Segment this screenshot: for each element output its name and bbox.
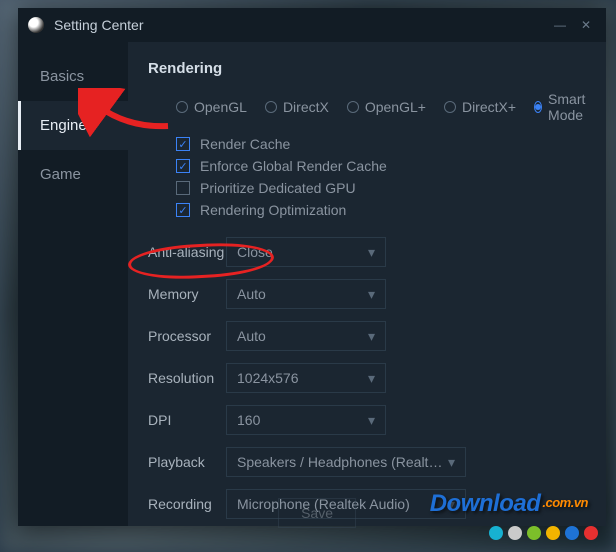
chevron-down-icon: ▾ xyxy=(448,454,455,471)
radio-directx-plus[interactable]: DirectX+ xyxy=(444,91,516,123)
check-render-opt[interactable]: ✓Rendering Optimization xyxy=(176,199,586,221)
row-anti-aliasing: Anti-aliasing Close▾ xyxy=(148,237,586,267)
color-dot xyxy=(546,526,560,540)
checkbox-icon: ✓ xyxy=(176,203,190,217)
window-title: Setting Center xyxy=(54,17,144,33)
label-playback: Playback xyxy=(148,454,226,470)
checkbox-icon xyxy=(176,181,190,195)
radio-smart-mode[interactable]: Smart Mode xyxy=(534,91,589,123)
label-processor: Processor xyxy=(148,328,226,344)
close-icon[interactable]: ✕ xyxy=(576,15,596,35)
row-processor: Processor Auto▾ xyxy=(148,321,586,351)
save-button[interactable]: Save xyxy=(278,498,356,528)
radio-directx[interactable]: DirectX xyxy=(265,91,329,123)
select-processor[interactable]: Auto▾ xyxy=(226,321,386,351)
label-memory: Memory xyxy=(148,286,226,302)
sidebar-item-engine[interactable]: Engine xyxy=(18,101,128,150)
settings-modal: Setting Center — ✕ Basics Engine Game Re… xyxy=(18,8,606,526)
color-dot xyxy=(489,526,503,540)
check-render-cache[interactable]: ✓Render Cache xyxy=(176,133,586,155)
sidebar: Basics Engine Game xyxy=(18,42,128,526)
color-dot xyxy=(527,526,541,540)
label-resolution: Resolution xyxy=(148,370,226,386)
select-dpi[interactable]: 160▾ xyxy=(226,405,386,435)
chevron-down-icon: ▾ xyxy=(368,370,375,387)
select-memory[interactable]: Auto▾ xyxy=(226,279,386,309)
app-icon xyxy=(28,17,44,33)
check-enforce-global[interactable]: ✓Enforce Global Render Cache xyxy=(176,155,586,177)
row-playback: Playback Speakers / Headphones (Realtek … xyxy=(148,447,586,477)
check-prioritize-gpu[interactable]: Prioritize Dedicated GPU xyxy=(176,177,586,199)
chevron-down-icon: ▾ xyxy=(368,286,375,303)
row-memory: Memory Auto▾ xyxy=(148,279,586,309)
label-dpi: DPI xyxy=(148,412,226,428)
color-dot xyxy=(565,526,579,540)
chevron-down-icon: ▾ xyxy=(368,328,375,345)
sidebar-item-basics[interactable]: Basics xyxy=(18,52,128,101)
select-playback[interactable]: Speakers / Headphones (Realtek Audio)▾ xyxy=(226,447,466,477)
color-dot xyxy=(584,526,598,540)
titlebar: Setting Center — ✕ xyxy=(18,8,606,42)
select-anti-aliasing[interactable]: Close▾ xyxy=(226,237,386,267)
content-panel: Rendering OpenGL DirectX OpenGL+ DirectX… xyxy=(128,42,606,526)
radio-opengl-plus[interactable]: OpenGL+ xyxy=(347,91,426,123)
watermark: Download.com.vn xyxy=(430,490,588,518)
chevron-down-icon: ▾ xyxy=(368,244,375,261)
watermark-dots xyxy=(489,526,598,540)
label-recording: Recording xyxy=(148,496,226,512)
checkbox-icon: ✓ xyxy=(176,137,190,151)
minimize-icon[interactable]: — xyxy=(550,15,570,35)
checkbox-icon: ✓ xyxy=(176,159,190,173)
render-mode-row: OpenGL DirectX OpenGL+ DirectX+ Smart Mo… xyxy=(148,91,586,123)
render-checks: ✓Render Cache ✓Enforce Global Render Cac… xyxy=(148,133,586,221)
section-title-rendering: Rendering xyxy=(148,60,586,77)
color-dot xyxy=(508,526,522,540)
select-resolution[interactable]: 1024x576▾ xyxy=(226,363,386,393)
label-anti-aliasing: Anti-aliasing xyxy=(148,244,226,260)
row-dpi: DPI 160▾ xyxy=(148,405,586,435)
row-resolution: Resolution 1024x576▾ xyxy=(148,363,586,393)
sidebar-item-game[interactable]: Game xyxy=(18,150,128,199)
radio-opengl[interactable]: OpenGL xyxy=(176,91,247,123)
chevron-down-icon: ▾ xyxy=(368,412,375,429)
